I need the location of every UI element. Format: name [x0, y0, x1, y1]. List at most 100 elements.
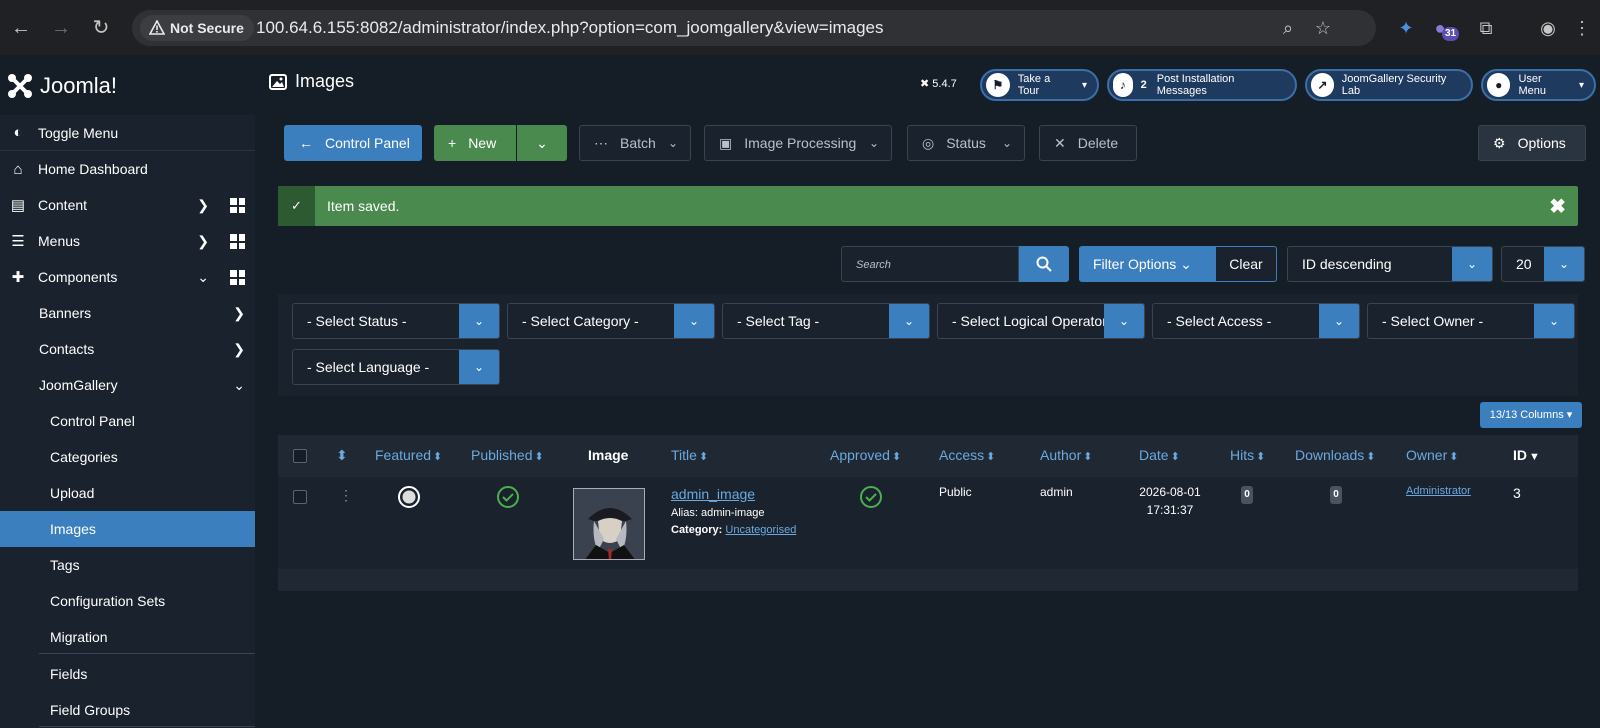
image-title-link[interactable]: admin_image — [671, 486, 755, 502]
bookmark-star-icon[interactable]: ☆ — [1313, 18, 1333, 38]
author-column-header[interactable]: Author ⬍ — [1040, 447, 1092, 463]
image-thumbnail[interactable] — [573, 488, 645, 560]
dashboard-grid-icon[interactable] — [230, 198, 245, 213]
columns-button[interactable]: 13/13 Columns ▾ — [1480, 402, 1582, 428]
sidebar-item-label: Control Panel — [50, 413, 135, 429]
owner-column-header[interactable]: Owner ⬍ — [1406, 447, 1458, 463]
approved-check-icon[interactable] — [859, 485, 883, 509]
access-filter[interactable]: - Select Access - ⌄ — [1152, 303, 1360, 339]
date-header-label: Date — [1139, 447, 1169, 463]
row-checkbox[interactable] — [293, 490, 307, 504]
close-icon[interactable]: ✖ — [1549, 194, 1566, 219]
chevron-down-icon: ▾ — [1578, 79, 1584, 91]
sidebar-item-toggle-menu[interactable]: ◐ Toggle Menu — [0, 115, 255, 151]
site-link-label: JoomGallery Security Lab — [1341, 73, 1447, 97]
zoom-icon[interactable]: ⌕ — [1278, 18, 1298, 38]
sidebar-item-content[interactable]: ▤ Content ❯ — [0, 187, 255, 223]
category-filter[interactable]: - Select Category - ⌄ — [507, 303, 715, 339]
sidebar-item-upload[interactable]: Upload — [0, 475, 255, 511]
address-bar[interactable]: Not Secure 100.64.6.155:8082/administrat… — [132, 10, 1376, 46]
forward-icon[interactable]: → — [48, 15, 74, 41]
puzzle-icon[interactable]: ⧉ — [1474, 16, 1498, 40]
sidebar-item-categories[interactable]: Categories — [0, 439, 255, 475]
published-check-icon[interactable] — [496, 485, 520, 509]
control-panel-button[interactable]: ← Control Panel — [284, 125, 422, 161]
new-dropdown-toggle[interactable]: ⌄ — [517, 125, 567, 161]
sidebar-item-home-dashboard[interactable]: ⌂ Home Dashboard — [0, 151, 255, 187]
image-processing-button[interactable]: ▣ Image Processing ⌄ — [704, 125, 892, 161]
new-button[interactable]: + New — [434, 125, 516, 161]
options-label: Options — [1517, 135, 1566, 151]
id-column-header[interactable]: ID ▼ — [1513, 447, 1540, 463]
sidebar-item-configuration-sets[interactable]: Configuration Sets — [0, 583, 255, 619]
approved-column-header[interactable]: Approved ⬍ — [830, 447, 901, 463]
reload-icon[interactable]: ↻ — [88, 15, 114, 41]
sidebar-item-contacts[interactable]: Contacts ❯ — [0, 331, 255, 367]
dashboard-grid-icon[interactable] — [230, 234, 245, 249]
select-all-checkbox[interactable] — [293, 449, 307, 463]
hits-column-header[interactable]: Hits ⬍ — [1230, 447, 1265, 463]
url-text[interactable]: 100.64.6.155:8082/administrator/index.ph… — [256, 10, 884, 46]
sidebar-item-migration[interactable]: Migration — [0, 619, 255, 655]
ordering-sort-icon[interactable]: ⬍ — [336, 447, 348, 464]
logical-operator-filter[interactable]: - Select Logical Operator - ⌄ — [937, 303, 1145, 339]
access-column-header[interactable]: Access ⬍ — [939, 447, 995, 463]
user-menu-button[interactable]: ● User Menu ▾ — [1481, 69, 1596, 101]
owner-filter[interactable]: - Select Owner - ⌄ — [1367, 303, 1575, 339]
sidebar-item-tags[interactable]: Tags — [0, 547, 255, 583]
security-chip[interactable]: Not Secure — [140, 15, 254, 41]
tag-filter[interactable]: - Select Tag - ⌄ — [722, 303, 930, 339]
post-installation-button[interactable]: ♪ 2 Post Installation Messages — [1107, 69, 1297, 101]
sidebar-item-control-panel[interactable]: Control Panel — [0, 403, 255, 439]
joomla-logo[interactable]: Joomla! — [6, 71, 117, 101]
category-label: Category: — [671, 524, 723, 536]
sidebar-item-images[interactable]: Images — [0, 511, 255, 547]
sidebar-item-menus[interactable]: ☰ Menus ❯ — [0, 223, 255, 259]
search-button[interactable] — [1019, 246, 1069, 282]
featured-toggle-icon[interactable] — [397, 485, 421, 509]
status-filter[interactable]: - Select Status - ⌄ — [292, 303, 500, 339]
plus-icon: + — [448, 135, 457, 151]
sidebar-item-components[interactable]: ✚ Components ⌄ — [0, 259, 255, 295]
profile-icon[interactable]: ◉ — [1536, 16, 1560, 40]
published-column-header[interactable]: Published ⬍ — [471, 447, 544, 463]
more-menu-icon[interactable]: ⋮ — [1570, 16, 1594, 40]
extension-badge: 31 — [1442, 27, 1460, 41]
dashboard-grid-icon[interactable] — [230, 270, 245, 285]
title-column-header[interactable]: Title ⬍ — [671, 447, 708, 463]
chevron-down-icon: ⌄ — [889, 304, 929, 338]
site-link-button[interactable]: ↗ JoomGallery Security Lab — [1305, 69, 1473, 101]
list-icon: ☰ — [11, 233, 25, 250]
take-tour-button[interactable]: ⚑ Take a Tour ▾ — [980, 69, 1099, 101]
gear-icon: ⚙ — [1493, 134, 1506, 151]
search-input[interactable]: Search — [841, 246, 1019, 282]
options-button[interactable]: ⚙ Options — [1478, 125, 1586, 161]
ordering-select[interactable]: ID descending ⌄ — [1287, 246, 1493, 282]
sidebar-item-banners[interactable]: Banners ❯ — [0, 295, 255, 331]
sidebar-item-fields[interactable]: Fields — [0, 656, 255, 692]
downloads-column-header[interactable]: Downloads ⬍ — [1295, 447, 1375, 463]
drag-handle-icon[interactable]: ⋮ — [339, 487, 353, 504]
owner-link[interactable]: Administrator — [1406, 485, 1471, 497]
sidebar-item-joomgallery[interactable]: JoomGallery ⌄ — [0, 367, 255, 403]
batch-button[interactable]: ⋯ Batch ⌄ — [579, 125, 691, 161]
limit-select[interactable]: 20 ⌄ — [1501, 246, 1585, 282]
title-link[interactable]: admin_image — [671, 486, 755, 502]
status-button[interactable]: ◎ Status ⌄ — [907, 125, 1025, 161]
sidebar: ◐ Toggle Menu ⌂ Home Dashboard ▤ Content ❯ … — [0, 115, 255, 728]
clear-button[interactable]: Clear — [1215, 246, 1277, 282]
category-link[interactable]: Uncategorised — [725, 524, 796, 536]
date-text: 2026-08-01 — [1139, 485, 1201, 499]
sidebar-item-label: Field Groups — [50, 702, 131, 718]
delete-button[interactable]: ✕ Delete — [1039, 125, 1137, 161]
filter-options-button[interactable]: Filter Options ⌄ — [1079, 246, 1215, 282]
image-alias: Alias: admin-image — [671, 507, 765, 519]
language-filter[interactable]: - Select Language - ⌄ — [292, 349, 500, 385]
back-icon[interactable]: ← — [8, 15, 34, 41]
control-panel-label: Control Panel — [325, 135, 410, 151]
date-value: 2026-08-01 17:31:37 — [1130, 485, 1210, 517]
date-column-header[interactable]: Date ⬍ — [1139, 447, 1180, 463]
sidebar-item-field-groups[interactable]: Field Groups — [0, 692, 255, 728]
extension-icon[interactable]: ✦ — [1394, 16, 1418, 40]
featured-column-header[interactable]: Featured ⬍ — [375, 447, 442, 463]
